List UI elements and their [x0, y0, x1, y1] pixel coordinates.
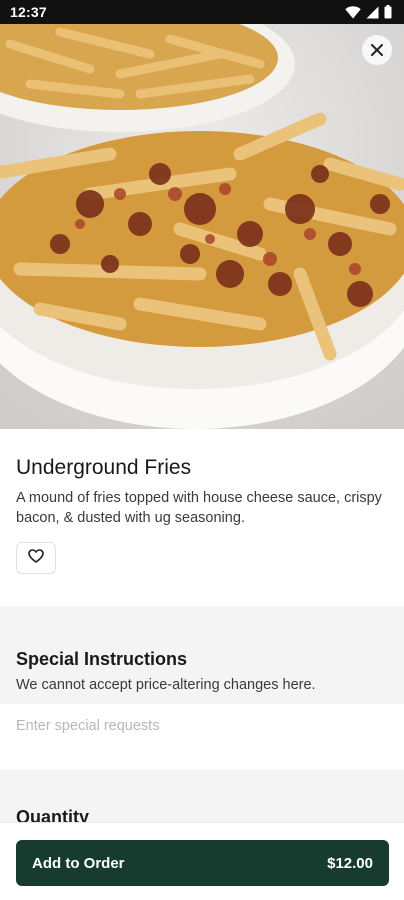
add-to-order-button[interactable]: Add to Order $12.00 — [16, 840, 389, 886]
status-bar: 12:37 — [0, 0, 404, 24]
close-button[interactable] — [362, 35, 392, 65]
special-instructions-header: Special Instructions We cannot accept pr… — [0, 644, 404, 704]
status-time: 12:37 — [10, 4, 47, 20]
item-photo — [0, 24, 404, 429]
add-to-order-label: Add to Order — [32, 854, 125, 872]
special-instructions-subtitle: We cannot accept price-altering changes … — [16, 677, 316, 693]
bottom-bar: Add to Order $12.00 — [0, 822, 404, 900]
item-description: A mound of fries topped with house chees… — [16, 490, 382, 526]
favorite-button[interactable] — [16, 542, 56, 574]
status-icons — [345, 5, 392, 19]
battery-icon — [384, 5, 392, 19]
order-price: $12.00 — [327, 854, 373, 872]
signal-icon — [366, 6, 379, 19]
close-icon — [370, 43, 384, 57]
special-requests-input[interactable] — [0, 704, 404, 748]
item-details: Underground Fries A mound of fries toppe… — [0, 429, 404, 574]
heart-icon — [28, 548, 44, 568]
special-instructions-title: Special Instructions — [16, 649, 188, 669]
fries-illustration — [0, 24, 404, 429]
wifi-icon — [345, 5, 361, 19]
section-divider — [0, 606, 404, 644]
item-name: Underground Fries — [16, 456, 192, 479]
